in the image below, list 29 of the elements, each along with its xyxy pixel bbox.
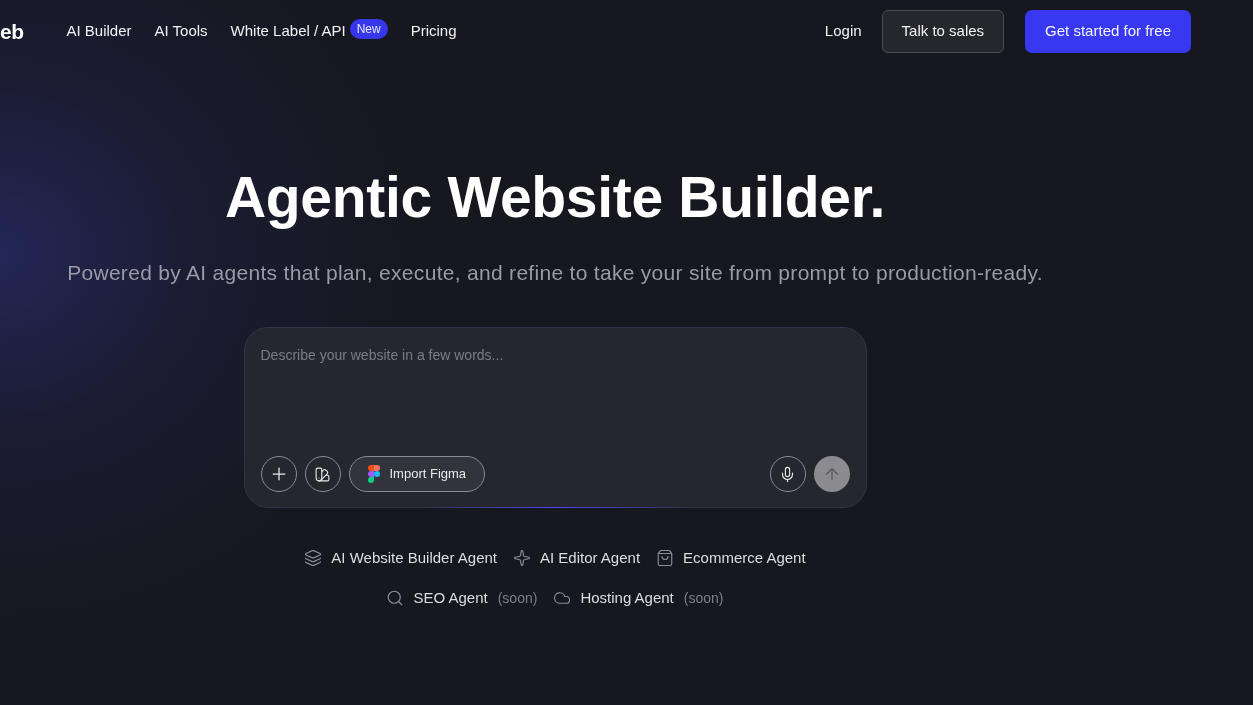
sparkle-icon xyxy=(513,549,531,567)
layers-icon xyxy=(304,549,323,567)
hero-title: Agentic Website Builder. xyxy=(224,166,885,228)
search-icon xyxy=(386,589,405,607)
soon-label: (soon) xyxy=(683,588,724,608)
cloud-icon xyxy=(553,589,572,607)
figma-logo-icon xyxy=(367,465,380,483)
soon-label: (soon) xyxy=(497,588,538,608)
swatch-book-icon xyxy=(314,465,331,483)
prompt-box[interactable]: Describe your website in a few words... Import Figma xyxy=(243,327,867,508)
nav-link[interactable]: White Label / API xyxy=(230,19,346,43)
get-started-button[interactable]: Get started for free xyxy=(1025,9,1191,53)
nav-link[interactable]: Pricing xyxy=(410,19,457,43)
logo-text[interactable]: eb xyxy=(0,20,24,42)
talk-to-sales-button[interactable]: Talk to sales xyxy=(881,9,1005,53)
new-badge: New xyxy=(349,19,388,39)
nav-link[interactable]: AI Tools xyxy=(154,19,208,43)
login-link[interactable]: Login xyxy=(824,19,862,43)
agent-link[interactable]: SEO Agent xyxy=(386,586,488,610)
microphone-icon xyxy=(779,465,796,483)
nav-link[interactable]: AI Builder xyxy=(66,19,132,43)
import-figma-button[interactable]: Import Figma xyxy=(348,456,486,492)
agent-link[interactable]: Ecommerce Agent xyxy=(656,546,806,570)
shopping-bag-icon xyxy=(656,549,675,567)
agent-link[interactable]: Hosting Agent xyxy=(553,586,674,610)
prompt-field[interactable]: Describe your website in a few words... xyxy=(260,344,850,456)
agent-link[interactable]: AI Editor Agent xyxy=(513,546,641,570)
agent-link[interactable]: AI Website Builder Agent xyxy=(304,546,497,570)
hero-subtitle: Powered by AI agents that plan, execute, and refine to take your site from prompt to production-ready. xyxy=(67,260,1043,286)
